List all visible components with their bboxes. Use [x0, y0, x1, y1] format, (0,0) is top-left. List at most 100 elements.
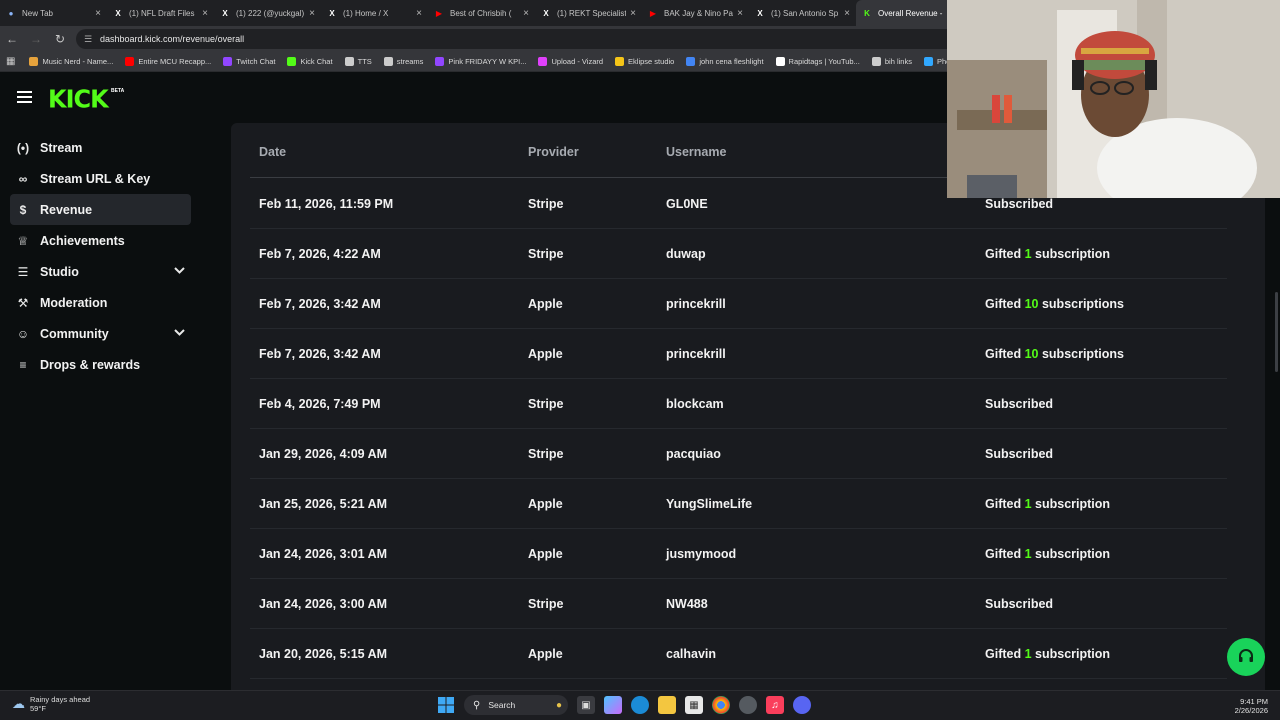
table-row: Feb 7, 2026, 3:42 AM Apple princekrill Gift…	[250, 329, 1227, 379]
browser-tab[interactable]: ▶ Best of Chrisbih (×	[428, 0, 535, 26]
browser-tab[interactable]: X (1) NFL Draft Files ×	[107, 0, 214, 26]
gift-count: 1	[1024, 497, 1032, 511]
bookmark-item[interactable]: TTS	[344, 57, 372, 66]
bookmark-item[interactable]: Music Nerd - Name...	[29, 57, 113, 66]
reload-icon[interactable]: ↻	[48, 32, 72, 46]
gift-count: 1	[1024, 547, 1032, 561]
back-icon[interactable]: ←	[0, 32, 24, 46]
file-explorer-icon[interactable]	[658, 696, 676, 714]
hamburger-menu-icon[interactable]	[17, 91, 32, 103]
column-header-username[interactable]: Username	[666, 145, 726, 159]
tab-title: (1) 222 (@yuckgal)	[236, 8, 305, 18]
music-app-icon[interactable]: ♫	[766, 696, 784, 714]
bookmark-favicon-icon	[344, 57, 354, 66]
sidebar-item-label: Community	[40, 326, 109, 341]
sidebar-item-stream-url-key[interactable]: ∞ Stream URL & Key	[10, 163, 191, 194]
bookmark-item[interactable]: streams	[383, 57, 423, 66]
store-icon[interactable]: ▦	[685, 696, 703, 714]
event-text: Gifted	[985, 647, 1025, 661]
sidebar-item-studio[interactable]: ☰ Studio	[10, 256, 191, 287]
column-header-date[interactable]: Date	[259, 145, 286, 159]
bookmark-item[interactable]: Rapidtags | YouTub...	[775, 57, 860, 66]
close-icon[interactable]: ×	[202, 8, 208, 19]
copilot-icon[interactable]	[604, 696, 622, 714]
close-icon[interactable]: ×	[416, 8, 422, 19]
page-scrollbar[interactable]	[1275, 292, 1278, 372]
close-icon[interactable]: ×	[737, 8, 743, 19]
provider-cell: Apple	[528, 347, 563, 361]
weather-widget[interactable]: ☁ Rainy days ahead 59°F	[12, 695, 90, 713]
bookmark-label: Eklipse studio	[628, 57, 675, 66]
sidebar-item-label: Stream URL & Key	[40, 171, 151, 186]
sidebar-item-achievements[interactable]: ♕ Achievements	[10, 225, 191, 256]
event-text: Subscribed	[985, 597, 1054, 611]
table-row: Feb 4, 2026, 7:49 PM Stripe blockcam Subscr…	[250, 379, 1227, 429]
browser-tab[interactable]: X (1) 222 (@yuckgal) ×	[214, 0, 321, 26]
chevron-down-icon[interactable]	[174, 266, 185, 277]
bookmark-item[interactable]: Pink FRIDAYY W KPI...	[435, 57, 526, 66]
bookmark-item[interactable]: Upload - Vizard	[538, 57, 603, 66]
table-row: Jan 29, 2026, 4:09 AM Stripe pacquiao Subsc…	[250, 429, 1227, 479]
browser-tab[interactable]: X (1) San Antonio Sp ×	[749, 0, 856, 26]
event-cell: Gifted 1 subscription	[985, 247, 1110, 261]
sidebar-item-stream[interactable]: (•) Stream	[10, 132, 191, 163]
site-info-icon[interactable]: ☰	[84, 34, 94, 44]
bookmark-item[interactable]: john cena fleshlight	[686, 57, 764, 66]
bookmark-item[interactable]: Kick Chat	[287, 57, 333, 66]
provider-cell: Stripe	[528, 447, 564, 461]
browser-tab[interactable]: ● New Tab ×	[0, 0, 107, 26]
task-view-icon[interactable]: ▣	[577, 696, 595, 714]
forward-icon[interactable]: →	[24, 32, 48, 46]
discord-icon[interactable]	[793, 696, 811, 714]
bookmark-favicon-icon	[435, 57, 445, 66]
dollar-icon: $	[19, 202, 27, 217]
event-text: Subscribed	[985, 397, 1054, 411]
system-clock[interactable]: 9:41 PM 2/26/2026	[1235, 697, 1268, 715]
bookmark-item[interactable]: Twitch Chat	[223, 57, 275, 66]
support-chat-button[interactable]	[1227, 638, 1265, 676]
sidebar-item-moderation[interactable]: ⚒ Moderation	[10, 287, 191, 318]
sidebar-item-community[interactable]: ☺ Community	[10, 318, 191, 349]
username-cell: princekrill	[666, 347, 726, 361]
bookmark-item[interactable]: Eklipse studio	[615, 57, 674, 66]
tab-title: (1) NFL Draft Files	[129, 8, 195, 18]
users-icon: ☺	[16, 326, 30, 341]
close-icon[interactable]: ×	[95, 8, 101, 19]
taskbar-search[interactable]: ⚲ Search ●	[464, 695, 568, 715]
event-cell: Gifted 1 subscription	[985, 647, 1110, 661]
chrome-icon[interactable]	[712, 696, 730, 714]
event-cell: Subscribed	[985, 397, 1053, 411]
browser-tab[interactable]: ▶ BAK Jay & Nino Pa ×	[642, 0, 749, 26]
close-icon[interactable]: ×	[630, 8, 636, 19]
close-icon[interactable]: ×	[523, 8, 529, 19]
kick-logo[interactable]: KICK	[48, 84, 109, 113]
bookmark-favicon-icon	[125, 57, 135, 66]
x-icon: X	[222, 8, 228, 18]
close-icon[interactable]: ×	[844, 8, 850, 19]
sidebar-item-drops-rewards[interactable]: ≡ Drops & rewards	[10, 349, 191, 380]
bookmark-favicon-icon	[538, 57, 548, 66]
browser-tab[interactable]: X (1) Home / X ×	[321, 0, 428, 26]
date-cell: Jan 29, 2026, 4:09 AM	[259, 447, 388, 461]
provider-cell: Stripe	[528, 597, 564, 611]
search-highlight-icon: ●	[555, 699, 562, 711]
column-header-provider[interactable]: Provider	[528, 145, 579, 159]
sidebar-item-revenue[interactable]: $ Revenue	[10, 194, 191, 225]
bookmark-item[interactable]: bih links	[871, 57, 912, 66]
bookmark-label: Entire MCU Recapp...	[138, 57, 212, 66]
provider-cell: Apple	[528, 297, 563, 311]
chrome-alt-icon[interactable]	[739, 696, 757, 714]
bookmark-item[interactable]: Entire MCU Recapp...	[125, 57, 211, 66]
webcam-overlay	[947, 0, 1280, 198]
address-bar[interactable]: ☰ dashboard.kick.com/revenue/overall	[76, 29, 956, 49]
windows-start-icon[interactable]	[437, 696, 455, 714]
event-text: Gifted	[985, 247, 1025, 261]
chevron-down-icon[interactable]	[174, 328, 185, 339]
edge-icon[interactable]	[631, 696, 649, 714]
browser-tab[interactable]: X (1) REKT Specialist ×	[535, 0, 642, 26]
bookmark-label: john cena fleshlight	[699, 57, 764, 66]
apps-grid-icon[interactable]: ▦	[6, 56, 15, 67]
gift-count: 1	[1024, 647, 1032, 661]
close-icon[interactable]: ×	[309, 8, 315, 19]
date-cell: Feb 7, 2026, 3:42 AM	[259, 347, 381, 361]
